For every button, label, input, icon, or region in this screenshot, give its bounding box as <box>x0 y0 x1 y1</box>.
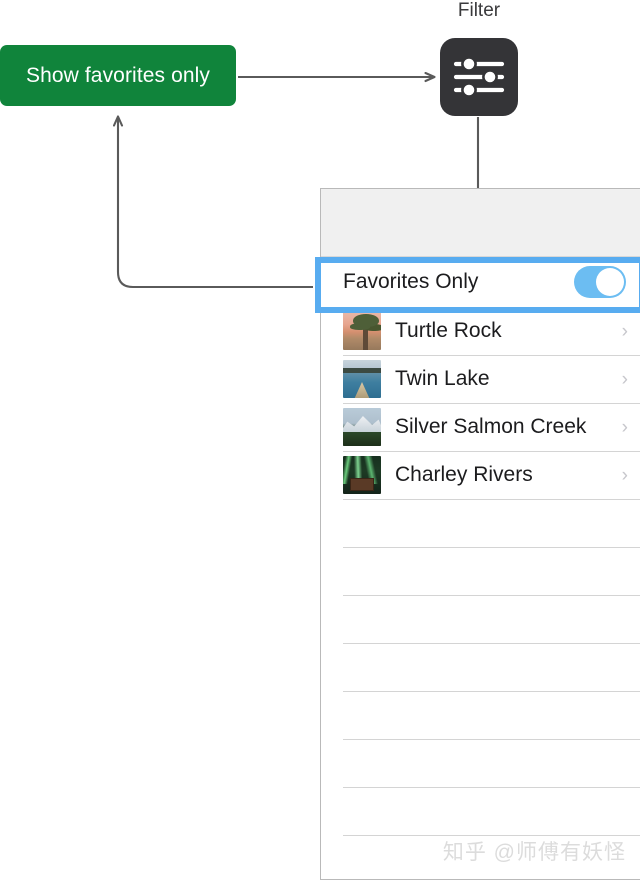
chevron-right-icon: › <box>621 416 628 438</box>
silver-salmon-creek-thumbnail <box>343 408 381 446</box>
favorites-only-label: Favorites Only <box>343 270 479 293</box>
filter-caption-label: Filter <box>457 0 501 21</box>
panel-header <box>321 189 640 257</box>
show-favorites-only-callout-label: Show favorites only <box>26 63 210 87</box>
watermark: 知乎 @师傅有妖怪 <box>442 841 626 864</box>
filter-icon[interactable] <box>440 38 518 116</box>
empty-list-row <box>321 499 640 547</box>
empty-list-row <box>321 595 640 643</box>
list-item-label: Silver Salmon Creek <box>395 415 587 438</box>
favorites-only-row[interactable]: Favorites Only <box>321 257 640 307</box>
turtle-rock-thumbnail <box>343 312 381 350</box>
show-favorites-only-callout: Show favorites only <box>0 45 236 106</box>
empty-list-row <box>321 547 640 595</box>
chevron-right-icon: › <box>621 464 628 486</box>
list-item-label: Charley Rivers <box>395 463 533 486</box>
empty-list-row <box>321 643 640 691</box>
chevron-right-icon: › <box>621 368 628 390</box>
list-item[interactable]: Twin Lake › <box>321 355 640 403</box>
list-item[interactable]: Charley Rivers › <box>321 451 640 499</box>
empty-list-row <box>321 691 640 739</box>
arrow-row-to-label <box>118 117 313 289</box>
list-item[interactable]: Turtle Rock › <box>321 307 640 355</box>
favorites-only-toggle[interactable] <box>574 266 626 298</box>
list-item[interactable]: Silver Salmon Creek › <box>321 403 640 451</box>
chevron-right-icon: › <box>621 320 628 342</box>
charley-rivers-thumbnail <box>343 456 381 494</box>
phone-list-panel: Favorites Only Turtle Rock › Twin Lake ›… <box>320 188 640 880</box>
list-item-label: Turtle Rock <box>395 319 502 342</box>
empty-list-row <box>321 739 640 787</box>
twin-lake-thumbnail <box>343 360 381 398</box>
list-item-label: Twin Lake <box>395 367 490 390</box>
slider-horizontal-3-icon <box>453 56 505 98</box>
empty-list-row <box>321 787 640 835</box>
toggle-knob <box>596 268 624 296</box>
